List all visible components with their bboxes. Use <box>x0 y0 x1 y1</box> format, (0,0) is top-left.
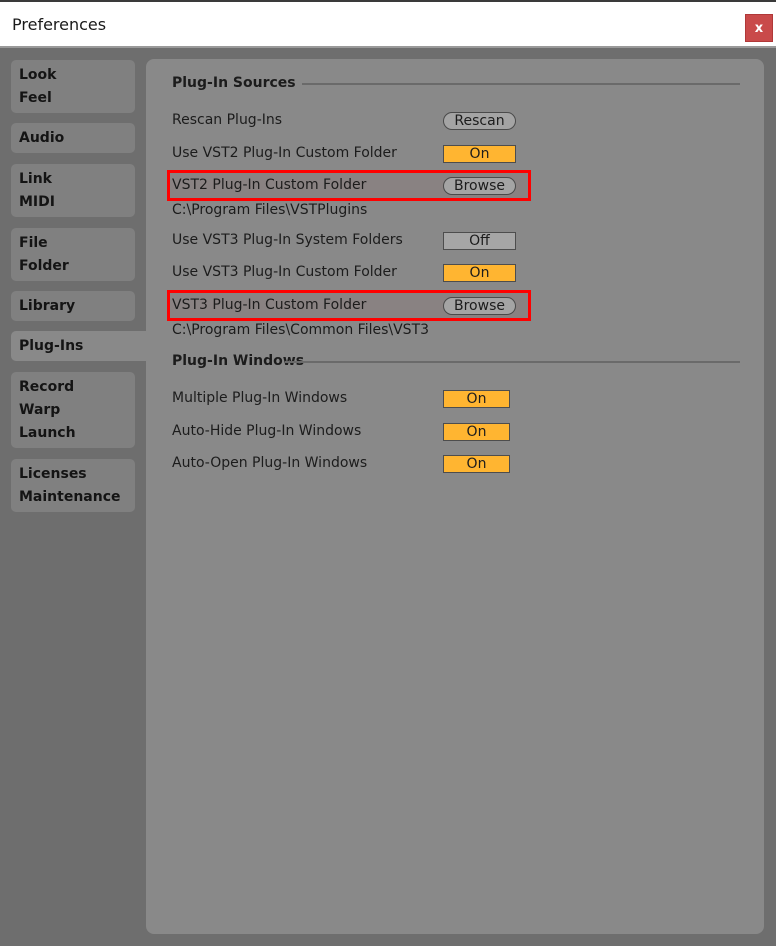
rescan-button[interactable]: Rescan <box>443 112 516 130</box>
tab-link-midi[interactable]: Link MIDI <box>11 164 135 217</box>
section-title-plugin-sources: Plug-In Sources <box>172 75 296 91</box>
tab-label: Audio <box>19 130 65 146</box>
multiple-windows-label: Multiple Plug-In Windows <box>172 390 348 406</box>
title-bar: Preferences x <box>0 0 776 48</box>
tab-label: Launch <box>19 425 76 441</box>
multiple-windows-toggle[interactable]: On <box>443 390 510 408</box>
auto-hide-windows-label: Auto-Hide Plug-In Windows <box>172 423 362 439</box>
tab-licenses-maintenance[interactable]: Licenses Maintenance <box>11 459 135 512</box>
close-button[interactable]: x <box>745 14 773 42</box>
auto-open-windows-toggle[interactable]: On <box>443 455 510 473</box>
tab-audio[interactable]: Audio <box>11 123 135 153</box>
rescan-label: Rescan Plug-Ins <box>172 112 283 128</box>
vst2-custom-folder-label: VST2 Plug-In Custom Folder <box>172 177 367 193</box>
vst3-system-folders-toggle[interactable]: Off <box>443 232 516 250</box>
tab-file-folder[interactable]: File Folder <box>11 228 135 281</box>
close-icon: x <box>754 20 764 36</box>
tab-label: Record <box>19 379 75 395</box>
tab-label: Plug-Ins <box>19 338 84 354</box>
vst3-custom-folder-label: VST3 Plug-In Custom Folder <box>172 297 367 313</box>
section-divider <box>302 83 740 85</box>
vst2-browse-button[interactable]: Browse <box>443 177 516 195</box>
vst3-system-folders-toggle-label: Use VST3 Plug-In System Folders <box>172 232 403 248</box>
section-divider <box>285 361 740 363</box>
vst3-browse-button[interactable]: Browse <box>443 297 516 315</box>
vst2-folder-path: C:\Program Files\VSTPlugins <box>172 202 368 218</box>
tab-label: File <box>19 235 48 251</box>
vst2-custom-folder-toggle[interactable]: On <box>443 145 516 163</box>
auto-open-windows-label: Auto-Open Plug-In Windows <box>172 455 368 471</box>
tab-label: Folder <box>19 258 69 274</box>
tab-label: Warp <box>19 402 61 418</box>
tab-label: Link <box>19 171 52 187</box>
tab-label: Licenses <box>19 466 87 482</box>
vst2-custom-folder-toggle-label: Use VST2 Plug-In Custom Folder <box>172 145 397 161</box>
tab-label: Maintenance <box>19 489 121 505</box>
tab-label: Look <box>19 67 57 83</box>
tab-label: Feel <box>19 90 52 106</box>
auto-hide-windows-toggle[interactable]: On <box>443 423 510 441</box>
tab-label: Library <box>19 298 76 314</box>
vst3-custom-folder-toggle-label: Use VST3 Plug-In Custom Folder <box>172 264 397 280</box>
vst3-folder-path: C:\Program Files\Common Files\VST3 <box>172 322 430 338</box>
tab-plug-ins[interactable]: Plug-Ins <box>11 331 151 361</box>
window-title: Preferences <box>12 15 107 34</box>
tab-label: MIDI <box>19 194 55 210</box>
tab-record-warp-launch[interactable]: Record Warp Launch <box>11 372 135 448</box>
tab-look-feel[interactable]: Look Feel <box>11 60 135 113</box>
tab-library[interactable]: Library <box>11 291 135 321</box>
vst3-custom-folder-toggle[interactable]: On <box>443 264 516 282</box>
